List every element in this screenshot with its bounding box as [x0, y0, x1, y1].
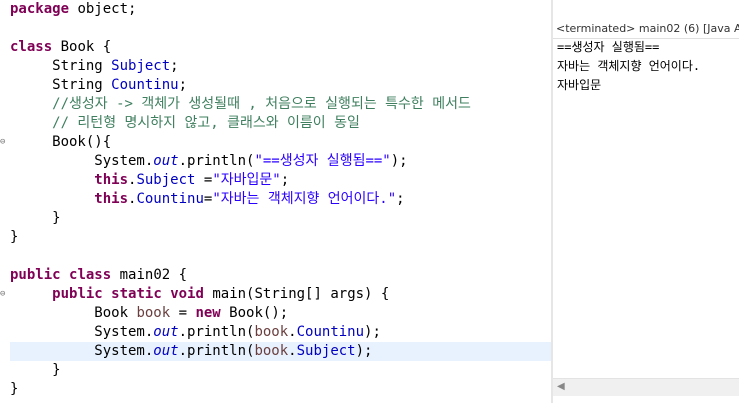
- code-token: Book(){: [10, 134, 112, 150]
- code-line[interactable]: }: [10, 380, 18, 399]
- code-token: ;: [396, 191, 405, 207]
- code-token: public: [52, 286, 103, 302]
- code-token: Book();: [220, 305, 289, 321]
- code-token: "자바입문": [212, 172, 281, 188]
- code-token: );: [355, 343, 373, 359]
- console-horizontal-scrollbar[interactable]: ◀: [553, 378, 739, 396]
- code-token: System.: [10, 153, 154, 169]
- code-token: new: [195, 305, 221, 321]
- code-token: Countinu: [296, 324, 365, 340]
- code-token: .println(: [178, 153, 255, 169]
- scroll-left-arrow-icon[interactable]: ◀: [557, 381, 565, 392]
- code-token: .: [288, 324, 297, 340]
- code-token: "==생성자 실행됨==": [254, 153, 391, 169]
- code-line[interactable]: }: [10, 361, 61, 380]
- code-line[interactable]: public class main02 {: [10, 266, 187, 285]
- code-token: ;: [170, 58, 179, 74]
- code-line[interactable]: Book(){: [10, 133, 111, 152]
- code-line[interactable]: System.out.println(book.Subject);: [10, 342, 372, 361]
- code-token: out: [153, 343, 179, 359]
- console-status-label: <terminated> main02 (6) [Java Ap: [556, 22, 739, 35]
- code-token: void: [170, 286, 204, 302]
- code-token: Countinu: [111, 77, 179, 93]
- code-line[interactable]: //생성자 -> 객체가 생성될때 , 처음으로 실행되는 특수한 메서드: [10, 95, 471, 114]
- code-token: object;: [69, 1, 137, 17]
- code-token: Book: [10, 305, 137, 321]
- code-token: );: [364, 324, 381, 340]
- code-line[interactable]: }: [10, 228, 18, 247]
- code-token: Subject: [136, 172, 196, 188]
- code-line[interactable]: package object;: [10, 0, 136, 19]
- code-token: book: [254, 324, 289, 340]
- code-token: out: [153, 324, 179, 340]
- code-token: book: [136, 305, 171, 321]
- code-token: Subject: [296, 343, 356, 359]
- fold-collapse-icon[interactable]: ⊖: [0, 133, 9, 152]
- console-output-line: 자바는 객체지향 언어이다.: [557, 59, 701, 73]
- code-token: this: [94, 172, 129, 188]
- code-token: }: [10, 229, 19, 245]
- code-line[interactable]: }: [10, 209, 61, 228]
- code-token: package: [10, 1, 70, 17]
- code-token: .println(: [178, 343, 255, 359]
- code-token: Countinu: [136, 191, 204, 207]
- console-view: <terminated> main02 (6) [Java Ap ==생성자 실…: [553, 0, 739, 403]
- code-token: String: [10, 77, 112, 93]
- code-token: ;: [280, 172, 290, 188]
- code-token: );: [390, 153, 408, 169]
- code-line[interactable]: this.Countinu="자바는 객체지향 언어이다.";: [10, 190, 405, 209]
- code-line[interactable]: String Countinu;: [10, 76, 187, 95]
- code-token: out: [153, 153, 179, 169]
- code-line[interactable]: class Book {: [10, 38, 111, 57]
- code-token: ;: [178, 77, 188, 93]
- code-editor[interactable]: package object; class Book { String Subje…: [0, 0, 551, 403]
- code-line[interactable]: System.out.println("==생성자 실행됨==");: [10, 152, 408, 171]
- code-line[interactable]: System.out.println(book.Countinu);: [10, 323, 381, 342]
- code-token: .println(: [178, 324, 255, 340]
- code-token: // 리턴형 명시하지 않고, 클래스와 이름이 동일: [10, 115, 360, 131]
- code-token: }: [10, 381, 19, 397]
- code-token: .: [288, 343, 297, 359]
- code-line[interactable]: public static void main(String[] args) {: [10, 285, 389, 304]
- code-token: =: [170, 305, 196, 321]
- code-token: book: [254, 343, 289, 359]
- code-token: this: [94, 191, 129, 207]
- code-token: String: [10, 58, 112, 74]
- code-line[interactable]: // 리턴형 명시하지 않고, 클래스와 이름이 동일: [10, 114, 360, 133]
- code-token: class: [10, 39, 53, 55]
- code-token: System.: [10, 324, 154, 340]
- code-token: Subject: [111, 58, 171, 74]
- code-token: =: [195, 172, 213, 188]
- code-line[interactable]: Book book = new Book();: [10, 304, 288, 323]
- code-token: }: [10, 362, 61, 378]
- code-token: "자바는 객체지향 언어이다.": [212, 191, 397, 207]
- code-token: }: [10, 210, 61, 226]
- code-line[interactable]: this.Subject ="자바입문";: [10, 171, 289, 190]
- code-token: main02 {: [111, 267, 188, 283]
- console-output-line: 자바입문: [557, 78, 602, 92]
- fold-collapse-icon[interactable]: ⊖: [0, 285, 9, 304]
- code-token: System.: [10, 343, 154, 359]
- code-token: static: [111, 286, 162, 302]
- code-line[interactable]: String Subject;: [10, 57, 179, 76]
- console-output-line: ==생성자 실행됨==: [557, 40, 660, 54]
- code-token: Book {: [52, 39, 112, 55]
- code-token: main(String[] args) {: [203, 286, 390, 302]
- code-token: class: [69, 267, 112, 283]
- code-token: //생성자 -> 객체가 생성될때 , 처음으로 실행되는 특수한 메서드: [10, 96, 471, 112]
- code-token: public: [10, 267, 61, 283]
